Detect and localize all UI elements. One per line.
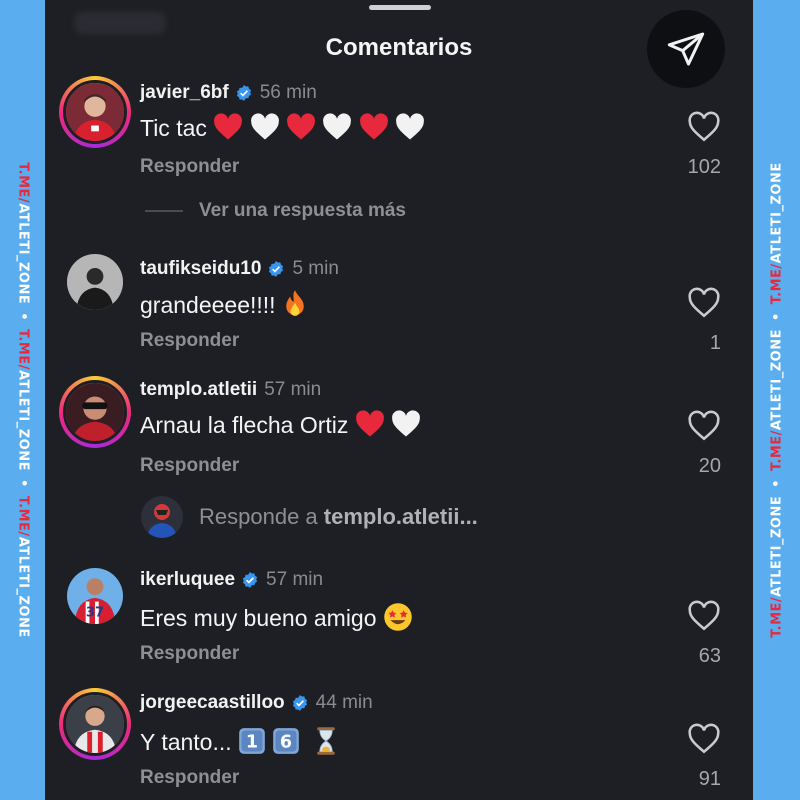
- star-struck-emoji-icon: [383, 602, 413, 638]
- keycap-six-emoji-icon: 6: [272, 727, 300, 761]
- comment-username[interactable]: ikerluquee: [140, 569, 235, 591]
- reply-button[interactable]: Responder: [140, 767, 239, 789]
- comment-username[interactable]: javier_6bf: [140, 82, 229, 104]
- like-heart-icon[interactable]: [687, 722, 721, 756]
- left-watermark-bar: T.ME/ATLETI_ZONE•T.ME/ATLETI_ZONE•T.ME/A…: [0, 0, 45, 800]
- like-count: 1: [709, 332, 721, 354]
- reply-button[interactable]: Responder: [140, 455, 239, 477]
- like-count: 20: [698, 455, 721, 477]
- comment-timestamp: 5 min: [292, 258, 339, 279]
- reply-input[interactable]: Responde a templo.atletii...: [141, 496, 478, 538]
- comment-text: Y tanto...: [140, 729, 239, 756]
- comment-username[interactable]: templo.atletii: [140, 379, 257, 401]
- profile-photo: [67, 254, 123, 310]
- comment-timestamp: 57 min: [264, 379, 322, 400]
- like-count: 91: [698, 768, 721, 790]
- verified-badge-icon: [269, 261, 284, 277]
- like-heart-icon[interactable]: [687, 409, 721, 443]
- verified-badge-icon: [292, 695, 307, 711]
- heart-emoji-white-icon: [391, 410, 421, 444]
- avatar[interactable]: [59, 246, 131, 318]
- fire-emoji-icon: [282, 289, 308, 325]
- like-heart-icon[interactable]: [687, 599, 721, 633]
- view-more-replies-button[interactable]: Ver una respuesta más: [145, 200, 406, 222]
- heart-emoji-red-icon: [355, 410, 385, 444]
- profile-photo: 37: [67, 568, 123, 624]
- avatar[interactable]: [59, 688, 131, 760]
- right-watermark-bar: T.ME/ATLETI_ZONE•T.ME/ATLETI_ZONE•T.ME/A…: [753, 0, 800, 800]
- svg-text:6: 6: [280, 732, 292, 752]
- view-more-replies-label: Ver una respuesta más: [199, 200, 406, 221]
- like-heart-icon[interactable]: [687, 110, 721, 144]
- comment-username[interactable]: taufikseidu10: [140, 258, 261, 280]
- current-user-avatar: [141, 496, 183, 538]
- keycap-one-emoji-icon: 1: [238, 727, 266, 761]
- avatar[interactable]: [59, 76, 131, 148]
- comments-sheet: Comentarios javier_6bf 56 min Tic tac Re…: [45, 0, 753, 800]
- blurred-header-text: [75, 12, 165, 34]
- profile-photo: [66, 383, 124, 441]
- svg-text:1: 1: [246, 732, 258, 752]
- watermark-text: T.ME/ATLETI_ZONE•T.ME/ATLETI_ZONE•T.ME/A…: [15, 162, 30, 638]
- divider: [145, 210, 183, 212]
- comment-text: grandeeee!!!!: [140, 292, 276, 319]
- profile-photo: [141, 496, 183, 538]
- verified-badge-icon: [242, 572, 258, 588]
- comment-timestamp: 56 min: [259, 82, 317, 103]
- heart-emoji-red-icon: [286, 113, 316, 147]
- like-count: 63: [698, 645, 721, 667]
- avatar[interactable]: [59, 376, 131, 448]
- watermark-text: T.ME/ATLETI_ZONE•T.ME/ATLETI_ZONE•T.ME/A…: [769, 162, 784, 638]
- reply-button[interactable]: Responder: [140, 643, 239, 665]
- comment-text: Arnau la flecha Ortiz: [140, 412, 355, 439]
- comment-text: Eres muy bueno amigo: [140, 605, 377, 632]
- heart-emoji-red-icon: [213, 113, 243, 147]
- comment-username[interactable]: jorgeecaastilloo: [140, 692, 285, 714]
- svg-text:37: 37: [86, 606, 104, 621]
- comment-timestamp: 44 min: [315, 692, 373, 713]
- profile-photo: [66, 695, 124, 753]
- heart-emoji-red-icon: [359, 113, 389, 147]
- comment-text: Tic tac: [140, 115, 207, 142]
- comment-timestamp: 57 min: [266, 569, 324, 590]
- like-count: 102: [687, 156, 721, 178]
- hourglass-emoji-icon: [315, 726, 337, 762]
- reply-button[interactable]: Responder: [140, 156, 239, 178]
- profile-photo: [66, 83, 124, 141]
- avatar[interactable]: 37: [59, 560, 131, 632]
- reply-button[interactable]: Responder: [140, 330, 239, 352]
- send-icon: [667, 32, 705, 66]
- sheet-drag-handle[interactable]: [369, 5, 431, 10]
- heart-emoji-white-icon: [322, 113, 352, 147]
- verified-badge-icon: [236, 85, 251, 101]
- heart-emoji-white-icon: [250, 113, 280, 147]
- like-heart-icon[interactable]: [687, 286, 721, 320]
- heart-emoji-white-icon: [395, 113, 425, 147]
- reply-placeholder: Responde a templo.atletii...: [199, 504, 478, 529]
- share-button[interactable]: [647, 10, 725, 88]
